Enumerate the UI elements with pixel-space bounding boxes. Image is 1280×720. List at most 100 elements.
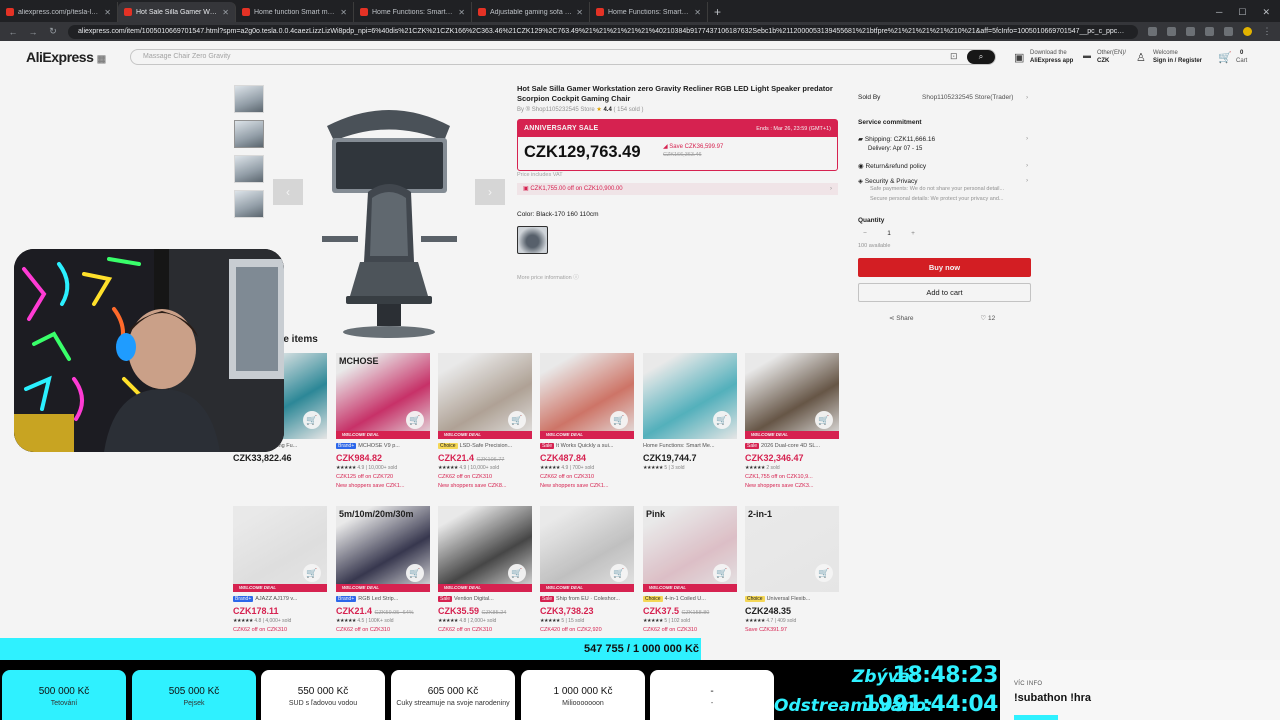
- profile-avatar-icon[interactable]: [1243, 27, 1252, 36]
- next-image-button[interactable]: ›: [475, 179, 505, 205]
- add-to-cart-icon[interactable]: 🛒: [406, 564, 424, 582]
- browser-tab[interactable]: Home Functions: Smart Memo ✕: [590, 2, 708, 22]
- product-card[interactable]: 🛒 WELCOME DEAL Sale Vention Digital... CZK35…: [438, 506, 532, 636]
- add-to-cart-icon[interactable]: 🛒: [713, 411, 731, 429]
- product-card-image[interactable]: MCHOSE 🛒 WELCOME DEAL: [336, 353, 430, 439]
- gallery-thumbnail[interactable]: [234, 155, 264, 183]
- chevron-right-icon: ›: [1026, 135, 1029, 142]
- product-card[interactable]: Pink 🛒 WELCOME DEAL Choice 4-in-1 Coiled U..…: [643, 506, 737, 636]
- browser-tab[interactable]: aliexpress.com/p/tesla-landing/ ✕: [0, 2, 118, 22]
- menu-icon[interactable]: ⋮: [1262, 26, 1272, 37]
- add-to-cart-icon[interactable]: 🛒: [610, 411, 628, 429]
- security-privacy-row[interactable]: ◈ Security & Privacy ›: [858, 177, 1031, 185]
- shipping-row[interactable]: ▰ Shipping: CZK11,666.16 ›: [858, 135, 1031, 143]
- product-card-image[interactable]: 🛒 WELCOME DEAL: [438, 506, 532, 592]
- color-swatch[interactable]: [517, 226, 548, 254]
- camera-search-icon[interactable]: ⊡: [950, 51, 958, 62]
- add-to-cart-icon[interactable]: 🛒: [508, 564, 526, 582]
- browser-tab[interactable]: Adjustable gaming sofa with h ✕: [472, 2, 590, 22]
- store-link[interactable]: By ® Shop1105232545 Store: [517, 107, 595, 113]
- wishlist-button[interactable]: ♡ 12: [945, 311, 1032, 326]
- bookmark-icon[interactable]: [1186, 27, 1195, 36]
- product-card-image[interactable]: 🛒: [643, 353, 737, 439]
- signin-link[interactable]: Welcome Sign in / Register: [1153, 49, 1202, 65]
- product-card-image[interactable]: 🛒 WELCOME DEAL: [438, 353, 532, 439]
- service-commitment-label: Service commitment: [858, 119, 922, 126]
- product-card-image[interactable]: 🛒 WELCOME DEAL: [540, 506, 634, 592]
- browser-tab-strip: aliexpress.com/p/tesla-landing/✕Hot Sale…: [0, 0, 1280, 22]
- gallery-thumbnail[interactable]: [234, 120, 264, 148]
- minimize-icon[interactable]: ─: [1216, 7, 1222, 17]
- browser-tab[interactable]: Hot Sale Silla Gamer Workstation ✕: [118, 2, 236, 22]
- forward-icon[interactable]: →: [28, 27, 38, 37]
- product-card[interactable]: 🛒 WELCOME DEAL Sale 2026 Dual-core 4D SL...…: [745, 353, 839, 489]
- new-tab-button[interactable]: +: [708, 2, 727, 22]
- product-card-image[interactable]: 🛒 WELCOME DEAL: [745, 353, 839, 439]
- product-card[interactable]: 🛒 WELCOME DEAL Sale Ship from EU · Coleshor…: [540, 506, 634, 636]
- product-card[interactable]: 🛒 WELCOME DEAL Brand+ AJAZZ AJ179 v... CZK17…: [233, 506, 327, 636]
- product-card-orig-price: CZK59.95 -64%: [374, 610, 414, 616]
- qty-minus-button[interactable]: −: [859, 230, 871, 237]
- extension-icon[interactable]: [1224, 27, 1233, 36]
- close-window-icon[interactable]: ✕: [1262, 7, 1270, 18]
- region-currency-selector[interactable]: Other(EN)/ CZK: [1097, 49, 1126, 65]
- add-to-cart-icon[interactable]: 🛒: [303, 564, 321, 582]
- aliexpress-logo[interactable]: AliExpress ▦: [26, 49, 106, 65]
- product-card-image[interactable]: 2-in-1 🛒: [745, 506, 839, 592]
- quantity-stepper[interactable]: − 1 +: [859, 228, 919, 239]
- add-to-cart-icon[interactable]: 🛒: [713, 564, 731, 582]
- extension-icon[interactable]: [1167, 27, 1176, 36]
- refund-policy-row[interactable]: ◉ Return&refund policy ›: [858, 162, 1031, 170]
- close-icon[interactable]: ✕: [340, 8, 347, 17]
- url-field[interactable]: aliexpress.com/item/1005010669701547.htm…: [68, 24, 1138, 39]
- gallery-thumbnail[interactable]: [234, 85, 264, 113]
- maximize-icon[interactable]: ☐: [1238, 7, 1246, 18]
- product-card-rating: ★★★★★ 2 sold: [745, 465, 780, 471]
- more-price-info-link[interactable]: More price information ⓘ: [517, 273, 579, 281]
- search-button[interactable]: ⌕: [967, 50, 995, 64]
- back-icon[interactable]: ←: [8, 27, 18, 37]
- cart-icon[interactable]: 🛒: [1218, 51, 1232, 64]
- close-icon[interactable]: ✕: [458, 8, 465, 17]
- close-icon[interactable]: ✕: [694, 8, 701, 17]
- product-card[interactable]: 2-in-1 🛒 Choice Universal Flexib... CZK248.3…: [745, 506, 839, 636]
- star-rating-icon: ★★★★★: [540, 618, 560, 624]
- product-card[interactable]: 🛒 WELCOME DEAL Choice LSD-Safe Precision...…: [438, 353, 532, 489]
- add-to-cart-icon[interactable]: 🛒: [815, 411, 833, 429]
- add-to-cart-icon[interactable]: 🛒: [303, 411, 321, 429]
- close-icon[interactable]: ✕: [222, 8, 229, 17]
- reload-icon[interactable]: ↻: [48, 26, 58, 37]
- product-main-image[interactable]: [272, 86, 507, 341]
- qty-plus-button[interactable]: +: [907, 230, 919, 237]
- buy-now-button[interactable]: Buy now: [858, 258, 1031, 277]
- welcome-deal-strip: WELCOME DEAL: [643, 584, 737, 592]
- sold-by-row[interactable]: Sold By Shop1105232545 Store(Trader) ›: [858, 94, 1031, 101]
- share-button[interactable]: ⋖ Share: [858, 311, 945, 326]
- add-to-cart-icon[interactable]: 🛒: [610, 564, 628, 582]
- add-to-cart-icon[interactable]: 🛒: [508, 411, 526, 429]
- add-to-cart-button[interactable]: Add to cart: [858, 283, 1031, 302]
- search-input[interactable]: Massage Chair Zero Gravity: [130, 49, 996, 65]
- product-card-image[interactable]: 🛒 WELCOME DEAL: [540, 353, 634, 439]
- product-card-image[interactable]: Pink 🛒 WELCOME DEAL: [643, 506, 737, 592]
- cart-link[interactable]: 0 Cart: [1236, 49, 1247, 65]
- product-card[interactable]: 5m/10m/20m/30m 🛒 WELCOME DEAL Brand+ RGB Led…: [336, 506, 430, 636]
- extension-icon[interactable]: [1205, 27, 1214, 36]
- product-card-image[interactable]: 5m/10m/20m/30m 🛒 WELCOME DEAL: [336, 506, 430, 592]
- product-card[interactable]: 🛒 Home Functions: Smart Me... CZK19,744.7 …: [643, 353, 737, 483]
- product-card[interactable]: MCHOSE 🛒 WELCOME DEAL Brand+ MCHOSE V9 p... C…: [336, 353, 430, 489]
- extension-icon[interactable]: [1148, 27, 1157, 36]
- add-to-cart-icon[interactable]: 🛒: [815, 564, 833, 582]
- star-rating-icon: ★★★★★: [745, 618, 765, 624]
- download-app-link[interactable]: Download the AliExpress app: [1030, 49, 1073, 65]
- close-icon[interactable]: ✕: [104, 8, 111, 17]
- prev-image-button[interactable]: ‹: [273, 179, 303, 205]
- browser-tab[interactable]: Home function Smart memory✕: [236, 2, 354, 22]
- close-icon[interactable]: ✕: [576, 8, 583, 17]
- coupon-banner[interactable]: ▣ CZK1,755.00 off on CZK10,900.00 ›: [517, 183, 838, 195]
- product-card[interactable]: 🛒 WELCOME DEAL Sale It Works Quickly a sui.…: [540, 353, 634, 489]
- product-card-image[interactable]: 🛒 WELCOME DEAL: [233, 506, 327, 592]
- browser-tab[interactable]: Home Functions: Smart Memo ✕: [354, 2, 472, 22]
- add-to-cart-icon[interactable]: 🛒: [406, 411, 424, 429]
- gallery-thumbnail[interactable]: [234, 190, 264, 218]
